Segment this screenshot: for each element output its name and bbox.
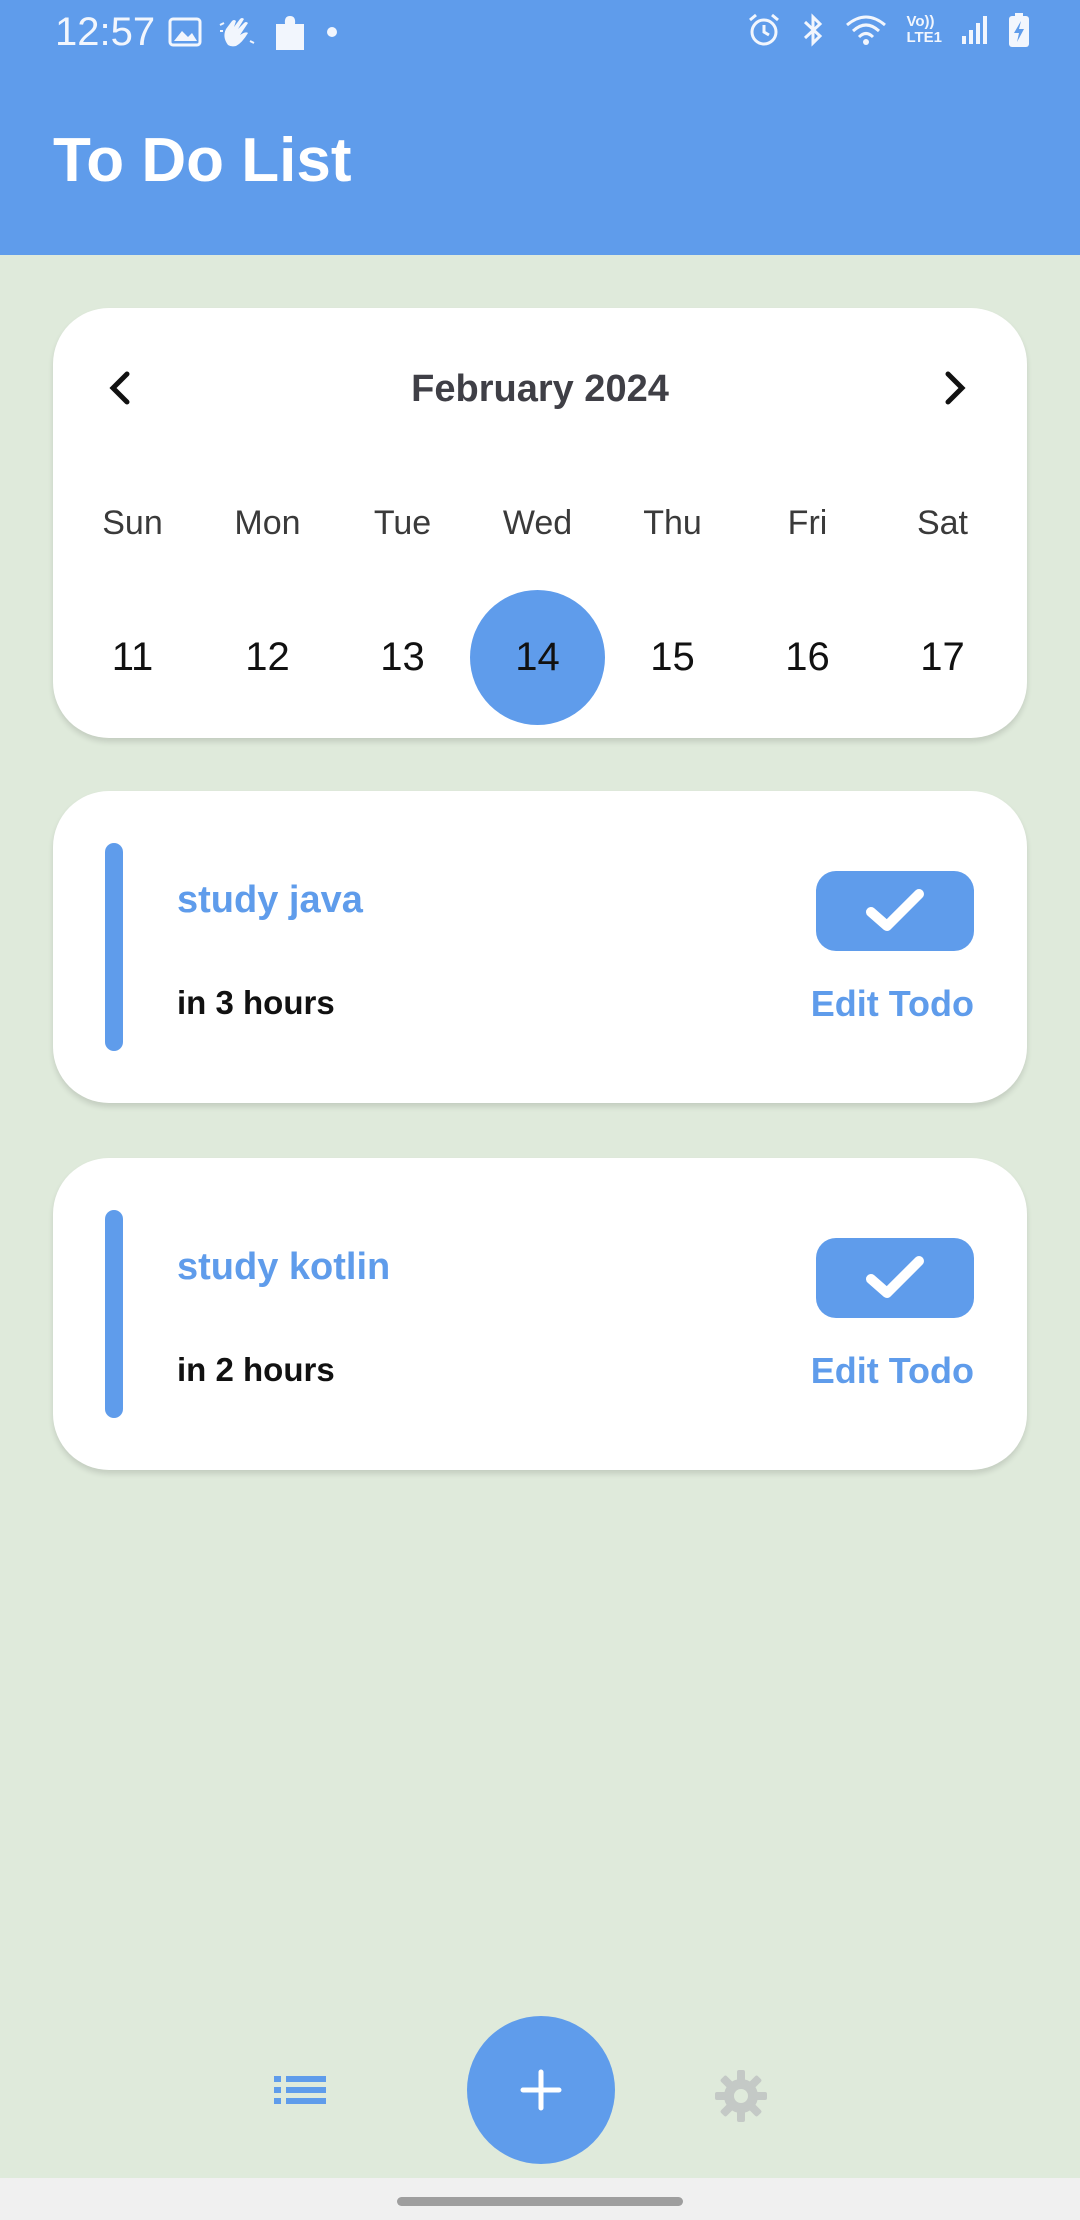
day-11[interactable]: 11	[65, 590, 200, 725]
day-14-selected[interactable]: 14	[470, 590, 605, 725]
day-number: 15	[650, 635, 695, 679]
calendar-month-label: February 2024	[411, 368, 669, 410]
checkmark-icon	[866, 1256, 924, 1298]
status-right-icons: Vo)) LTE1	[746, 12, 1030, 48]
edit-todo-button[interactable]: Edit Todo	[811, 983, 974, 1025]
app-header: 12:57 Vo)) LTE1 To Do List	[0, 0, 1080, 255]
day-12[interactable]: 12	[200, 590, 335, 725]
dot-icon	[327, 27, 337, 37]
image-icon	[168, 17, 202, 47]
status-bar: 12:57 Vo)) LTE1	[0, 0, 1080, 66]
day-number: 14	[470, 590, 605, 725]
signal-icon	[962, 16, 987, 44]
wifi-icon	[846, 15, 887, 45]
nav-list-button[interactable]	[272, 2070, 332, 2120]
battery-charging-icon	[1009, 13, 1029, 47]
weekday-fri: Fri	[787, 504, 828, 542]
day-number: 11	[111, 635, 154, 679]
gear-icon	[715, 2070, 767, 2122]
todo-card: study kotlin in 2 hours Edit Todo	[53, 1158, 1027, 1470]
todo-time: in 2 hours	[177, 1351, 335, 1388]
day-row: 11 12 13 14 15 16 17	[65, 590, 1010, 725]
volte-lte-icon: Vo)) LTE1	[906, 14, 942, 46]
complete-todo-button[interactable]	[816, 871, 974, 951]
day-number: 12	[245, 635, 290, 679]
weekday-sun: Sun	[102, 504, 163, 542]
day-16[interactable]: 16	[740, 590, 875, 725]
volte-text: Vo))	[906, 13, 935, 30]
todo-accent-bar	[105, 1210, 123, 1418]
puzzle-icon	[276, 16, 304, 50]
todo-card: study java in 3 hours Edit Todo	[53, 791, 1027, 1103]
page-title: To Do List	[53, 126, 352, 195]
chevron-right-icon	[945, 371, 966, 405]
week-calendar: February 2024 Sun Mon Tue Wed Thu Fri Sa…	[53, 308, 1027, 738]
todo-title: study java	[177, 879, 363, 921]
weekday-thu: Thu	[643, 504, 702, 542]
day-17[interactable]: 17	[875, 590, 1010, 725]
todo-time: in 3 hours	[177, 984, 335, 1021]
plus-icon	[520, 2069, 562, 2111]
weekday-tue: Tue	[373, 504, 432, 542]
bluetooth-icon	[804, 13, 823, 47]
alarm-icon	[749, 13, 780, 46]
day-number: 17	[920, 635, 965, 679]
weekday-row: Sun Mon Tue Wed Thu Fri Sat	[65, 504, 1010, 543]
weekday-wed: Wed	[502, 504, 573, 542]
status-left-icons	[168, 12, 338, 52]
bottom-nav	[0, 2010, 1080, 2170]
list-icon	[274, 2076, 326, 2104]
nav-settings-button[interactable]	[713, 2068, 773, 2128]
edit-todo-button[interactable]: Edit Todo	[811, 1350, 974, 1392]
todo-accent-bar	[105, 843, 123, 1051]
gesture-bar-area	[0, 2178, 1080, 2220]
weekday-sat: Sat	[916, 504, 969, 542]
next-week-button[interactable]	[925, 358, 985, 418]
lte-text: LTE1	[906, 29, 942, 46]
weekday-mon: Mon	[234, 504, 301, 542]
home-gesture-handle[interactable]	[397, 2197, 683, 2206]
todo-title: study kotlin	[177, 1246, 391, 1288]
checkmark-icon	[866, 889, 924, 931]
day-number: 13	[380, 635, 425, 679]
day-13[interactable]: 13	[335, 590, 470, 725]
complete-todo-button[interactable]	[816, 1238, 974, 1318]
day-15[interactable]: 15	[605, 590, 740, 725]
status-time: 12:57	[55, 10, 156, 54]
hand-wave-icon	[219, 18, 255, 47]
add-todo-button[interactable]	[467, 2016, 615, 2164]
day-number: 16	[785, 635, 830, 679]
